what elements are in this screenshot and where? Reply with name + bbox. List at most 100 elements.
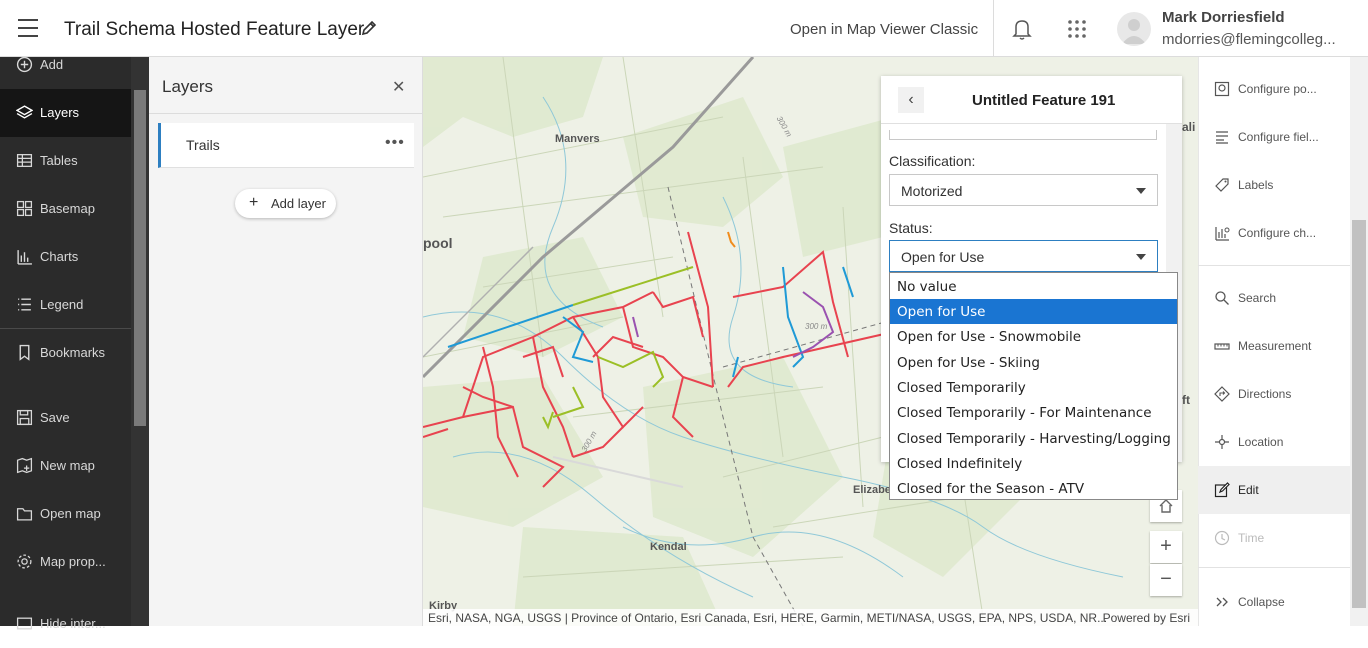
tool-search[interactable]: Search — [1198, 274, 1350, 322]
nav-divider — [0, 328, 131, 329]
elevation-label: 300 m — [805, 322, 828, 331]
tool-label: Configure fiel... — [1238, 130, 1319, 144]
nav-item-hide-inter[interactable]: Hide inter... — [0, 600, 131, 648]
more-options-icon[interactable]: ••• — [385, 134, 405, 152]
user-name[interactable]: Mark Dorriesfield — [1162, 9, 1285, 26]
directions-icon — [1214, 386, 1230, 402]
toolbar-scrollbar-thumb[interactable] — [1352, 220, 1366, 608]
dropdown-option[interactable]: Closed Temporarily - Harvesting/Logging — [890, 426, 1177, 451]
nav-item-map-prop[interactable]: Map prop... — [0, 538, 131, 586]
header-divider — [993, 0, 994, 57]
tool-collapse[interactable]: Collapse — [1198, 578, 1350, 626]
nav-item-label: Tables — [40, 153, 78, 168]
tool-label: Collapse — [1238, 595, 1285, 609]
configure-popup-icon — [1214, 81, 1230, 97]
bell-icon[interactable] — [1011, 17, 1033, 41]
tool-label: Edit — [1238, 483, 1259, 497]
dropdown-option[interactable]: Open for Use - Snowmobile — [890, 324, 1177, 349]
tool-time[interactable]: Time — [1198, 514, 1350, 562]
tool-directions[interactable]: Directions — [1198, 370, 1350, 418]
map-place-label: Kendal — [650, 541, 687, 553]
nav-item-charts[interactable]: Charts — [0, 233, 131, 281]
nav-item-legend[interactable]: Legend — [0, 281, 131, 329]
nav-scrollbar-thumb[interactable] — [134, 90, 146, 426]
tool-label: Location — [1238, 435, 1284, 449]
nav-item-add[interactable]: Add — [0, 41, 131, 89]
previous-field-input[interactable] — [889, 130, 1157, 140]
open-classic-link[interactable]: Open in Map Viewer Classic — [790, 21, 978, 38]
tool-label: Search — [1238, 291, 1277, 305]
legend-icon — [18, 298, 31, 311]
chevron-down-icon — [1136, 188, 1146, 194]
add-layer-label: Add layer — [271, 196, 326, 211]
powered-by-esri[interactable]: Powered by Esri — [1103, 611, 1190, 625]
nav-item-new-map[interactable]: New map — [0, 442, 131, 490]
classification-select[interactable]: Motorized — [889, 174, 1158, 206]
tool-measurement[interactable]: Measurement — [1198, 322, 1350, 370]
back-icon[interactable]: ‹ — [898, 87, 924, 113]
folder-icon — [16, 508, 33, 521]
avatar[interactable] — [1117, 12, 1151, 46]
map-place-label-partial: ft — [1182, 393, 1190, 407]
tool-label: Measurement — [1238, 339, 1312, 353]
dropdown-option-selected[interactable]: Open for Use — [890, 299, 1177, 324]
layers-icon — [16, 105, 33, 119]
tool-label: Labels — [1238, 178, 1274, 192]
dropdown-option[interactable]: Closed Indefinitely — [890, 451, 1177, 476]
feature-panel-header: ‹ Untitled Feature 191 — [881, 76, 1182, 124]
nav-item-tables[interactable]: Tables — [0, 137, 131, 185]
plus-circle-icon — [16, 56, 33, 73]
user-email: mdorries@flemingcolleg... — [1162, 31, 1336, 48]
nav-item-label: Add — [40, 57, 64, 72]
tool-edit[interactable]: Edit — [1198, 466, 1350, 514]
divider — [149, 113, 423, 114]
chart-icon — [17, 250, 32, 265]
pencil-icon[interactable] — [360, 19, 378, 37]
nav-item-label: Basemap — [40, 201, 95, 216]
nav-item-label: Legend — [40, 297, 84, 312]
add-layer-button[interactable]: + Add layer — [235, 189, 336, 218]
basemap-icon — [16, 200, 33, 217]
tool-label: Configure po... — [1238, 82, 1317, 96]
dropdown-option[interactable]: Open for Use - Skiing — [890, 350, 1177, 375]
nav-item-bookmarks[interactable]: Bookmarks — [0, 329, 131, 377]
hamburger-menu-icon[interactable] — [18, 19, 38, 37]
map-attribution: Esri, NASA, NGA, USGS | Province of Onta… — [423, 609, 1198, 626]
gear-icon — [17, 554, 32, 569]
map-place-label: Manvers — [555, 133, 600, 145]
classification-label: Classification: — [889, 153, 976, 169]
map-place-label-partial: ali — [1182, 120, 1196, 134]
app-header: Trail Schema Hosted Feature Layer Open i… — [0, 0, 1368, 57]
configure-charts-icon — [1215, 227, 1230, 241]
zoom-out-button[interactable]: − — [1150, 564, 1182, 596]
chevron-down-icon — [1136, 254, 1146, 260]
tool-location[interactable]: Location — [1198, 418, 1350, 466]
status-select[interactable]: Open for Use — [889, 240, 1158, 272]
tool-configure-fiel[interactable]: Configure fiel... — [1198, 113, 1350, 161]
layers-panel-title: Layers — [162, 77, 214, 96]
measurement-icon — [1214, 343, 1230, 350]
labels-icon — [1215, 178, 1229, 192]
dropdown-option[interactable]: Closed for the Season - ATV — [890, 476, 1177, 501]
tool-labels[interactable]: Labels — [1198, 161, 1350, 209]
save-icon — [16, 409, 33, 426]
zoom-in-button[interactable]: + — [1150, 531, 1182, 563]
nav-item-open-map[interactable]: Open map — [0, 490, 131, 538]
dropdown-option[interactable]: Closed Temporarily - For Maintenance — [890, 400, 1177, 425]
nav-item-label: Map prop... — [40, 554, 106, 569]
classification-value: Motorized — [901, 183, 963, 199]
apps-grid-icon[interactable] — [1067, 19, 1087, 39]
close-icon[interactable]: ✕ — [392, 77, 405, 97]
tool-configure-po[interactable]: Configure po... — [1198, 65, 1350, 113]
plus-icon: + — [249, 194, 259, 211]
configure-fields-icon — [1216, 131, 1228, 144]
clock-icon — [1214, 530, 1230, 546]
nav-item-save[interactable]: Save — [0, 394, 131, 442]
status-value: Open for Use — [901, 249, 985, 265]
dropdown-option[interactable]: No value — [890, 274, 1177, 299]
tool-configure-ch[interactable]: Configure ch... — [1198, 209, 1350, 257]
nav-item-basemap[interactable]: Basemap — [0, 185, 131, 233]
nav-item-layers[interactable]: Layers — [0, 89, 131, 137]
dropdown-option[interactable]: Closed Temporarily — [890, 375, 1177, 400]
status-label: Status: — [889, 220, 933, 236]
